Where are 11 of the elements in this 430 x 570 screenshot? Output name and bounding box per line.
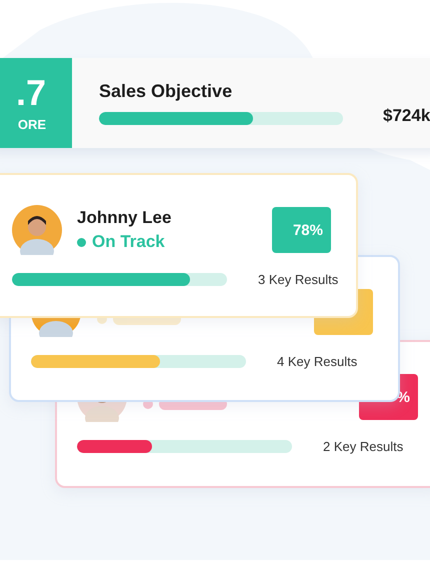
key-results-count: 3 Key Results bbox=[258, 272, 338, 287]
member-name: Johnny Lee bbox=[77, 208, 172, 228]
amount: $724k bbox=[383, 106, 430, 126]
objective-title: Sales Objective bbox=[99, 81, 234, 102]
percent-badge: 78% bbox=[272, 207, 331, 253]
score-label: ORE bbox=[18, 116, 46, 132]
key-results-count: 4 Key Results bbox=[277, 354, 358, 369]
score-value: .7 bbox=[16, 74, 46, 110]
status-dot bbox=[77, 238, 86, 246]
key-results-count: 2 Key Results bbox=[323, 439, 404, 454]
status-text: On Track bbox=[92, 232, 165, 252]
